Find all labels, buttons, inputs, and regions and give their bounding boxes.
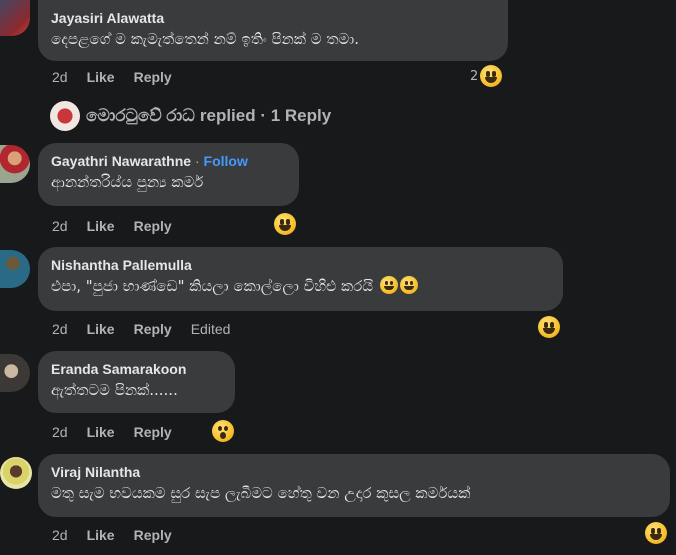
view-replies-link[interactable]: මොරටුවේ රාධ replied · 1 Reply <box>50 100 331 132</box>
comment-bubble: Eranda Samarakoon ඇත්තටම පිනක්...... <box>38 351 235 413</box>
comment-actions: 2d Like Reply <box>52 527 191 543</box>
like-button[interactable]: Like <box>87 69 115 85</box>
comment-author[interactable]: Nishantha Pallemulla <box>51 256 551 274</box>
comment-actions: 2d Like Reply <box>52 424 191 440</box>
wow-reaction-icon <box>212 420 234 442</box>
avatar[interactable] <box>0 250 30 288</box>
comment-bubble: Nishantha Pallemulla එපා, "පුජා භාණ්ඩෙ" … <box>38 247 563 311</box>
comment-time[interactable]: 2d <box>52 424 68 440</box>
avatar[interactable] <box>0 0 30 36</box>
grin-emoji-icon <box>399 276 418 294</box>
comment-author-name[interactable]: Gayathri Nawarathne <box>51 153 191 169</box>
avatar[interactable] <box>0 354 30 392</box>
comment-bubble: Viraj Nilantha මතු සැම භවයකම සුර සැප ලැබ… <box>38 454 670 517</box>
avatar[interactable] <box>0 457 32 489</box>
comment-actions: 2d Like Reply <box>52 218 191 234</box>
follow-button[interactable]: Follow <box>204 153 248 169</box>
reaction-summary[interactable]: 2 <box>470 65 503 87</box>
reply-button[interactable]: Reply <box>134 69 172 85</box>
haha-reaction-icon <box>538 316 560 338</box>
reply-button[interactable]: Reply <box>134 527 172 543</box>
haha-reaction-icon <box>645 522 667 544</box>
comment-time[interactable]: 2d <box>52 527 68 543</box>
comment-time[interactable]: 2d <box>52 321 68 337</box>
reply-button[interactable]: Reply <box>134 218 172 234</box>
comment-author[interactable]: Jayasiri Alawatta <box>51 9 496 27</box>
reply-avatar <box>50 101 80 131</box>
comment-text: මතු සැම භවයකම සුර සැප ලැබීමට හේතු වන උදා… <box>51 484 471 502</box>
comment-text: එපා, "පුජා භාණ්ඩෙ" කියලා කොල්ලො විහිළු ක… <box>51 275 551 297</box>
replier-name: මොරටුවේ රාධ <box>86 106 195 125</box>
like-button[interactable]: Like <box>87 321 115 337</box>
reaction-count: 2 <box>470 68 479 84</box>
haha-reaction-icon <box>274 213 296 235</box>
edited-label[interactable]: Edited <box>191 321 231 337</box>
comment-text: ආනන්තරිය්ය පුන්‍ය කර්ම <box>51 173 204 191</box>
grin-emoji-icon <box>379 276 398 294</box>
reaction-summary[interactable] <box>645 522 667 544</box>
reply-button[interactable]: Reply <box>134 321 172 337</box>
comment-author[interactable]: Viraj Nilantha <box>51 463 658 481</box>
avatar[interactable] <box>0 145 30 183</box>
comment-bubble: Jayasiri Alawatta දෙපළගේ ම කැමැත්තෙන් නම… <box>38 0 508 61</box>
like-button[interactable]: Like <box>87 218 115 234</box>
haha-reaction-icon <box>480 65 503 87</box>
comment-actions: 2d Like Reply <box>52 69 191 85</box>
like-button[interactable]: Like <box>87 424 115 440</box>
comment-actions: 2d Like Reply Edited <box>52 321 249 337</box>
comment-text: දෙපළගේ ම කැමැත්තෙන් නම් ඉතිං පිනක් ම තමා… <box>51 30 359 48</box>
separator-dot: · <box>194 153 200 169</box>
replies-count: replied · 1 Reply <box>199 106 332 125</box>
comment-author[interactable]: Eranda Samarakoon <box>51 360 223 378</box>
comment-author: Gayathri Nawarathne · Follow <box>51 152 287 170</box>
comment-text-body: එපා, "පුජා භාණ්ඩෙ" කියලා කොල්ලො විහිළු ක… <box>51 277 374 295</box>
reaction-summary[interactable] <box>212 420 234 442</box>
reaction-summary[interactable] <box>538 316 560 338</box>
comment-text: ඇත්තටම පිනක්...... <box>51 381 178 399</box>
comment-time[interactable]: 2d <box>52 218 68 234</box>
reaction-summary[interactable] <box>274 213 296 235</box>
reply-button[interactable]: Reply <box>134 424 172 440</box>
comment-bubble: Gayathri Nawarathne · Follow ආනන්තරිය්ය … <box>38 143 299 206</box>
like-button[interactable]: Like <box>87 527 115 543</box>
comment-time[interactable]: 2d <box>52 69 68 85</box>
